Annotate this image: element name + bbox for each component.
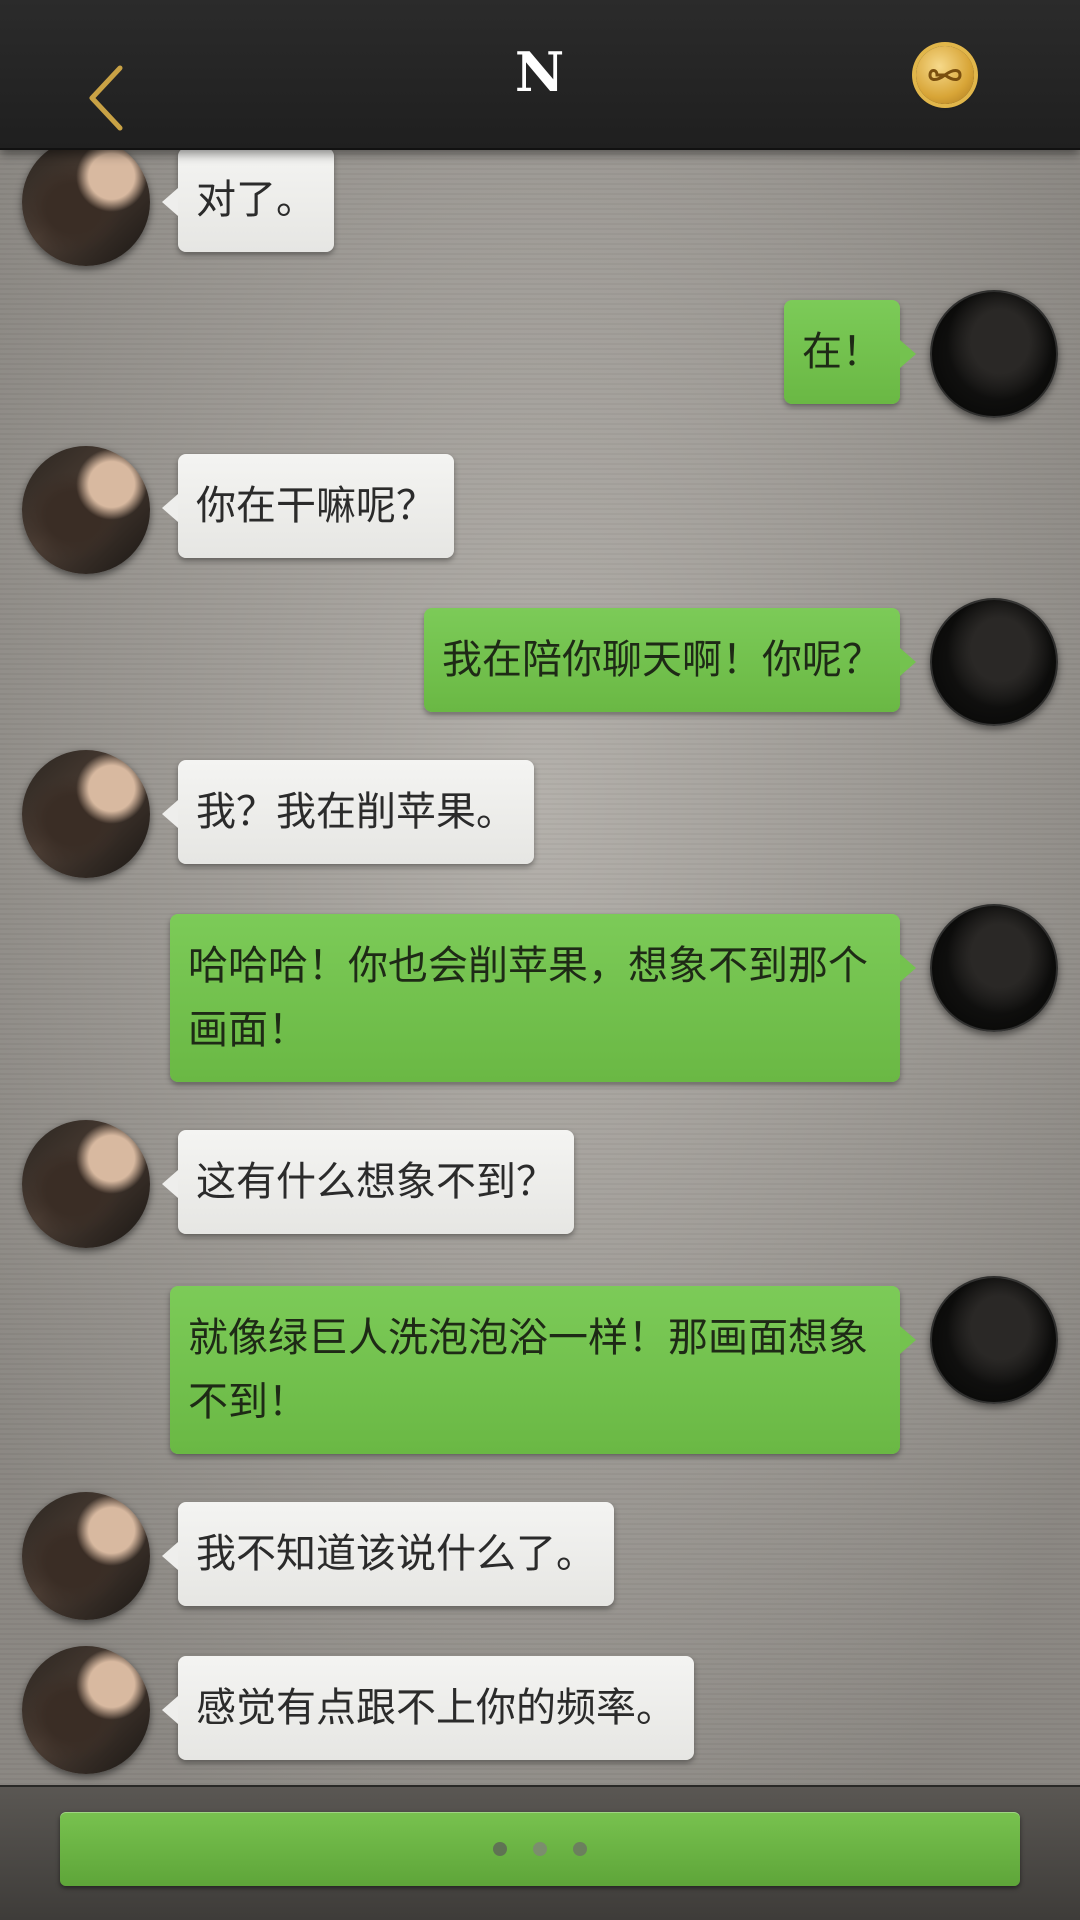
typing-dot-icon xyxy=(573,1842,587,1856)
contact-avatar[interactable] xyxy=(22,150,150,266)
message-bubble-incoming[interactable]: 你在干嘛呢？ xyxy=(162,454,454,558)
message-bubble-incoming[interactable]: 对了。 xyxy=(162,150,334,252)
user-avatar[interactable] xyxy=(930,598,1058,726)
message-bubble-outgoing[interactable]: 我在陪你聊天啊！你呢？ xyxy=(424,608,916,712)
user-avatar[interactable] xyxy=(930,904,1058,1032)
contact-avatar[interactable] xyxy=(22,1120,150,1248)
user-avatar[interactable] xyxy=(930,290,1058,418)
message-bubble-outgoing[interactable]: 在！ xyxy=(784,300,916,404)
contact-avatar[interactable] xyxy=(22,446,150,574)
message-bubble-outgoing[interactable]: 哈哈哈！你也会削苹果，想象不到那个画面！ xyxy=(170,914,916,1082)
top-bar: N xyxy=(0,0,1080,150)
infinity-medal-icon[interactable] xyxy=(916,46,974,104)
message-bubble-incoming[interactable]: 感觉有点跟不上你的频率。 xyxy=(162,1656,694,1760)
message-bubble-outgoing[interactable]: 就像绿巨人洗泡泡浴一样！那画面想象不到！ xyxy=(170,1286,916,1454)
message-bubble-incoming[interactable]: 我？我在削苹果。 xyxy=(162,760,534,864)
contact-avatar[interactable] xyxy=(22,1646,150,1774)
typing-dot-icon xyxy=(533,1842,547,1856)
reply-input-bar[interactable] xyxy=(60,1812,1020,1886)
contact-avatar[interactable] xyxy=(22,750,150,878)
message-bubble-incoming[interactable]: 这有什么想象不到？ xyxy=(162,1130,574,1234)
message-bubble-incoming[interactable]: 我不知道该说什么了。 xyxy=(162,1502,614,1606)
user-avatar[interactable] xyxy=(930,1276,1058,1404)
contact-avatar[interactable] xyxy=(22,1492,150,1620)
chat-area[interactable]: 对了。 在！ 你在干嘛呢？ 我在陪你聊天啊！你呢？ 我？我在削苹果。 哈哈哈！你… xyxy=(0,150,1080,1785)
typing-dot-icon xyxy=(493,1842,507,1856)
